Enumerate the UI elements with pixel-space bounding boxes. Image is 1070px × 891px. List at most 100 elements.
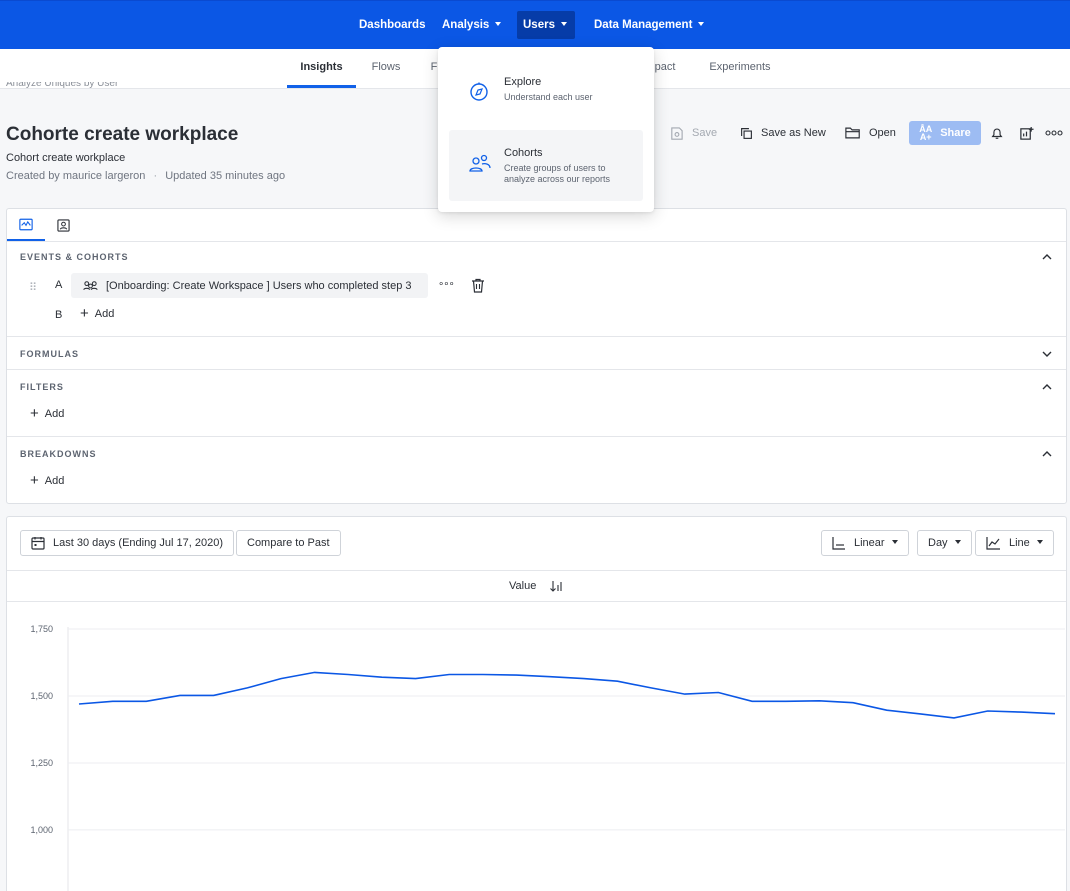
row-more-icon[interactable]: ∘∘∘ [438, 279, 455, 290]
data-point[interactable] [985, 708, 991, 714]
event-label: [Onboarding: Create Workspace ] Users wh… [106, 279, 412, 292]
compass-icon [470, 82, 488, 101]
y-tick-label: 1,750 [30, 624, 53, 634]
data-point[interactable] [715, 689, 721, 695]
chevron-down-icon[interactable] [1040, 347, 1054, 361]
data-point[interactable] [1052, 711, 1058, 717]
data-point[interactable] [783, 698, 789, 704]
breadcrumb: Analyze Uniques by User [6, 82, 119, 89]
data-point[interactable] [581, 676, 587, 682]
add-breakdown-button[interactable]: + Add [30, 472, 65, 489]
add-breakdown-label: Add [44, 475, 65, 487]
share-button[interactable]: ÅA A+ Share [909, 121, 981, 145]
data-point[interactable] [312, 669, 318, 675]
data-point[interactable] [682, 691, 688, 697]
event-selector[interactable]: [Onboarding: Create Workspace ] Users wh… [71, 273, 428, 298]
nav-data-management[interactable]: Data Management [588, 11, 710, 39]
data-point[interactable] [76, 701, 82, 707]
plus-icon: + [30, 472, 39, 489]
nav-dashboards-label: Dashboards [359, 19, 426, 31]
chevron-up-icon[interactable] [1040, 250, 1054, 264]
tab-impact[interactable]: pact [651, 49, 679, 88]
tab-chart[interactable] [7, 209, 45, 241]
data-point[interactable] [211, 692, 217, 698]
data-point[interactable] [379, 674, 385, 680]
data-point[interactable] [110, 698, 116, 704]
tab-user-profile[interactable] [44, 209, 82, 241]
menu-item-cohorts[interactable]: Cohorts Create groups of users to analyz… [449, 130, 643, 201]
row-letter-a: A [55, 279, 63, 291]
y-tick-label: 1,500 [30, 691, 53, 701]
events-cohorts-header[interactable]: EVENTS & COHORTS [20, 252, 129, 262]
data-point[interactable] [917, 711, 923, 717]
chevron-up-icon[interactable] [1040, 447, 1054, 461]
row-letter-b: B [55, 309, 63, 321]
data-point[interactable] [816, 698, 822, 704]
cohorts-subtitle: Create groups of users to analyze across… [504, 163, 611, 184]
query-builder-panel: EVENTS & COHORTS ⠿ A [Onboarding: Create… [6, 208, 1067, 504]
add-filter-button[interactable]: + Add [30, 405, 65, 422]
data-point[interactable] [614, 678, 620, 684]
explore-title: Explore [504, 76, 542, 88]
more-icon[interactable] [1044, 123, 1064, 143]
nav-users[interactable]: Users [517, 11, 575, 39]
chevron-up-icon[interactable] [1040, 380, 1054, 394]
data-point[interactable] [278, 676, 284, 682]
explore-subtitle: Understand each user [504, 92, 593, 102]
tab-insights[interactable]: Insights [287, 49, 356, 88]
data-point[interactable] [547, 674, 553, 680]
filters-header[interactable]: FILTERS [20, 382, 64, 392]
line-chart[interactable]: 1,7501,5001,2501,000750 [7, 517, 1066, 891]
data-point[interactable] [480, 672, 486, 678]
series-line[interactable] [78, 671, 1056, 719]
data-point[interactable] [413, 676, 419, 682]
add-event-button[interactable]: + Add [80, 306, 114, 321]
tab-experiments[interactable]: Experiments [705, 49, 775, 88]
formulas-section: FORMULAS [7, 336, 1066, 370]
plus-icon: + [30, 405, 39, 422]
save-button[interactable]: Save [669, 122, 717, 144]
data-point[interactable] [1018, 709, 1024, 715]
chevron-down-icon [698, 21, 705, 26]
formulas-header[interactable]: FORMULAS [20, 349, 79, 359]
data-point[interactable] [850, 700, 856, 706]
cohort-icon [83, 281, 98, 291]
data-point[interactable] [446, 672, 452, 678]
nav-analysis[interactable]: Analysis [436, 11, 507, 39]
top-navigation-bar: Dashboards Analysis Users Data Managemen… [0, 0, 1070, 49]
data-point[interactable] [749, 698, 755, 704]
nav-dashboards[interactable]: Dashboards [353, 11, 431, 39]
data-point[interactable] [177, 692, 183, 698]
data-point[interactable] [345, 672, 351, 678]
data-point[interactable] [244, 685, 250, 691]
save-as-new-label: Save as New [761, 127, 826, 139]
nav-data-management-label: Data Management [594, 19, 693, 31]
open-button[interactable]: Open [845, 122, 896, 144]
chevron-down-icon [495, 21, 502, 26]
report-description[interactable]: Cohort create workplace [6, 152, 125, 164]
data-point[interactable] [143, 698, 149, 704]
trash-icon[interactable] [471, 278, 485, 293]
data-point[interactable] [514, 672, 520, 678]
y-tick-label: 1,000 [30, 825, 53, 835]
breakdowns-section: BREAKDOWNS + Add [7, 436, 1066, 504]
open-label: Open [869, 127, 896, 139]
drag-handle-icon[interactable]: ⠿ [29, 281, 37, 294]
menu-item-explore[interactable]: Explore Understand each user [449, 61, 643, 121]
user-profile-icon [56, 218, 70, 232]
add-to-board-icon[interactable] [1016, 123, 1036, 143]
share-icon: ÅA A+ [919, 124, 933, 142]
bell-icon[interactable] [987, 123, 1007, 143]
tab-flows[interactable]: Flows [365, 49, 407, 88]
add-filter-label: Add [44, 408, 65, 420]
data-point[interactable] [884, 707, 890, 713]
page-title[interactable]: Cohorte create workplace [6, 124, 238, 146]
save-as-new-button[interactable]: Save as New [740, 122, 826, 144]
breakdowns-header[interactable]: BREAKDOWNS [20, 449, 97, 459]
data-point[interactable] [648, 685, 654, 691]
updated-text: Updated 35 minutes ago [165, 170, 286, 182]
filters-section: FILTERS + Add [7, 369, 1066, 436]
nav-analysis-label: Analysis [442, 19, 490, 31]
data-point[interactable] [951, 715, 957, 721]
share-label: Share [940, 127, 971, 139]
